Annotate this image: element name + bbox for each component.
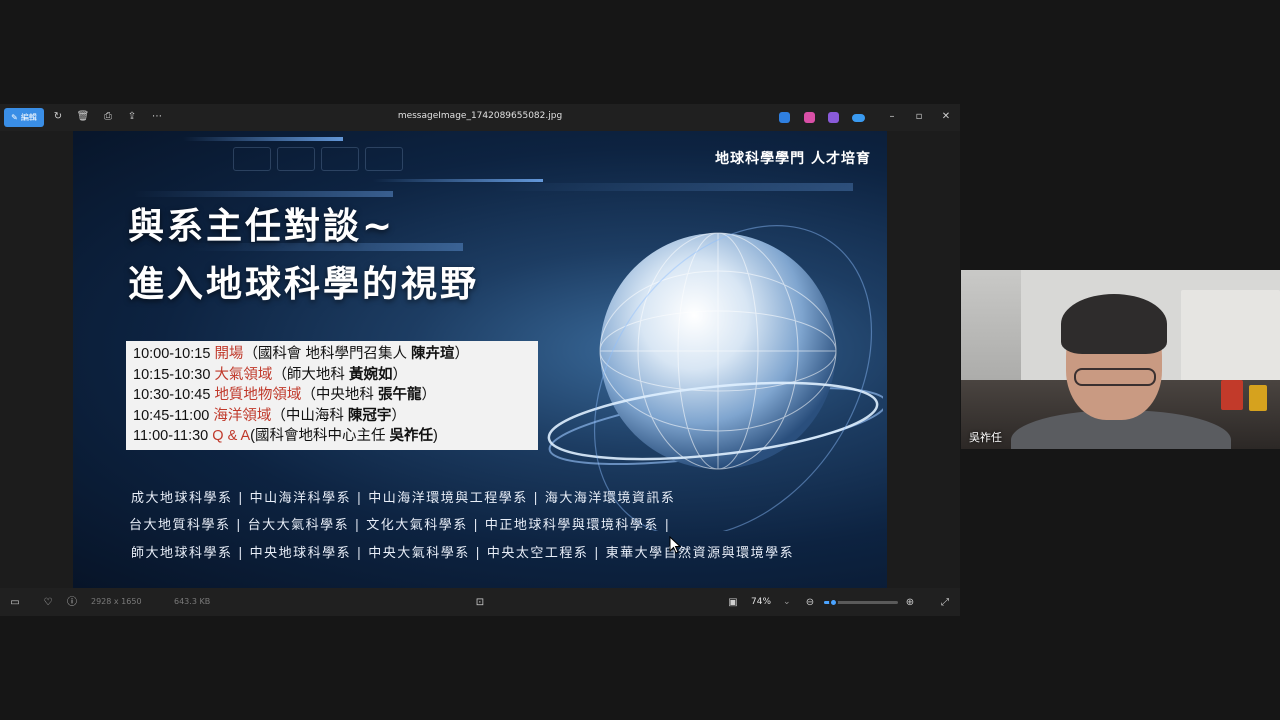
filmstrip-icon[interactable]: ▭	[8, 596, 22, 610]
video-background-object	[1249, 385, 1267, 411]
edit-label: 編輯	[20, 113, 37, 122]
decor-box	[365, 147, 403, 171]
zoom-slider-thumb[interactable]	[828, 598, 838, 607]
schedule-row: 11:00-11:30 Q & A(國科會地科中心主任 吳祚任)	[133, 428, 438, 444]
viewer-titlebar: ✎ 編輯 ↻ 🗑 ⎙ ⇪ ⋯ messageImage_174208965508…	[0, 104, 960, 131]
image-dimensions: 2928 x 1650	[91, 597, 142, 606]
slide-header: 地球科學學門 人才培育	[715, 151, 871, 167]
delete-icon[interactable]: 🗑	[76, 110, 90, 124]
minimize-icon[interactable]: –	[885, 110, 899, 124]
participant-video-tile[interactable]: 吳祚任	[961, 270, 1280, 449]
schedule-row: 10:45-11:00 海洋領域（中山海科 陳冠宇）	[133, 407, 406, 424]
actual-size-icon[interactable]: ▣	[726, 596, 740, 610]
clipchamp-app-icon[interactable]	[828, 112, 839, 123]
more-icon[interactable]: ⋯	[150, 110, 164, 124]
department-line: 台大地質科學系 | 台大大氣科學系 | 文化大氣科學系 | 中正地球科學與環境科…	[129, 518, 671, 533]
schedule-row: 10:15-10:30 大氣領域（師大地科 黃婉如）	[133, 366, 407, 383]
zoom-out-icon[interactable]: ⊖	[803, 596, 817, 610]
decor-box	[233, 147, 271, 171]
zoom-slider[interactable]	[824, 598, 898, 607]
fit-to-window-icon[interactable]: ⊡	[473, 596, 487, 610]
globe-graphic	[547, 225, 883, 531]
photo-viewer-window: ✎ 編輯 ↻ 🗑 ⎙ ⇪ ⋯ messageImage_174208965508…	[0, 104, 960, 616]
copilot-app-icon[interactable]	[804, 112, 815, 123]
decor-line	[183, 137, 343, 141]
video-background-wall	[1181, 290, 1280, 390]
zoom-in-icon[interactable]: ⊕	[903, 596, 917, 610]
close-icon[interactable]: ✕	[939, 110, 953, 124]
video-background-object	[1221, 380, 1243, 410]
participant-name: 吳祚任	[969, 431, 1002, 444]
slide-image: 地球科學學門 人才培育 與系主任對談~ 進入地球科學的視野 10:00-10:1…	[73, 131, 887, 588]
favorite-icon[interactable]: ♡	[41, 596, 55, 610]
edit-icon: ✎	[11, 113, 18, 122]
department-line: 師大地球科學系 | 中央地球科學系 | 中央大氣科學系 | 中央太空工程系 | …	[131, 546, 795, 561]
info-icon[interactable]: ⓘ	[65, 596, 79, 610]
edit-button[interactable]: ✎ 編輯	[4, 108, 44, 127]
share-icon[interactable]: ⇪	[125, 110, 139, 124]
participant-hair	[1061, 294, 1167, 354]
department-line: 成大地球科學系 | 中山海洋科學系 | 中山海洋環境與工程學系 | 海大海洋環境…	[131, 491, 676, 506]
image-canvas[interactable]: 地球科學學門 人才培育 與系主任對談~ 進入地球科學的視野 10:00-10:1…	[0, 131, 960, 588]
meeting-stage: ✎ 編輯 ↻ 🗑 ⎙ ⇪ ⋯ messageImage_174208965508…	[0, 0, 1280, 720]
slide-title-line1: 與系主任對談~	[128, 206, 396, 247]
zoom-dropdown[interactable]: 74% ⌄	[745, 595, 797, 609]
mouse-cursor-icon	[669, 536, 681, 554]
file-name: messageImage_1742089655082.jpg	[397, 111, 563, 121]
onedrive-icon[interactable]	[852, 114, 865, 122]
chevron-down-icon: ⌄	[783, 597, 791, 607]
decor-arrow	[493, 183, 853, 191]
schedule-row: 10:00-10:15 開場（國科會 地科學門召集人 陳卉瑄）	[133, 346, 469, 362]
schedule-row: 10:30-10:45 地質地物領域（中央地科 張午龍）	[133, 387, 436, 403]
fullscreen-icon[interactable]: ⤢	[938, 596, 952, 610]
decor-line	[373, 179, 543, 182]
schedule-box: 10:00-10:15 開場（國科會 地科學門召集人 陳卉瑄） 10:15-10…	[126, 341, 538, 450]
decor-box	[277, 147, 315, 171]
paint-app-icon[interactable]	[779, 112, 790, 123]
zoom-value: 74%	[751, 597, 772, 607]
slide-title-line2: 進入地球科學的視野	[128, 264, 480, 305]
viewer-statusbar: ▭ ♡ ⓘ 2928 x 1650 643.3 KB ⊡ ▣ 74% ⌄ ⊖ ⊕…	[0, 588, 960, 616]
participant-glasses	[1074, 368, 1156, 386]
rotate-icon[interactable]: ↻	[51, 110, 65, 124]
decor-box	[321, 147, 359, 171]
maximize-icon[interactable]: ▫	[912, 110, 926, 124]
file-size: 643.3 KB	[174, 597, 211, 606]
print-icon[interactable]: ⎙	[101, 110, 115, 124]
